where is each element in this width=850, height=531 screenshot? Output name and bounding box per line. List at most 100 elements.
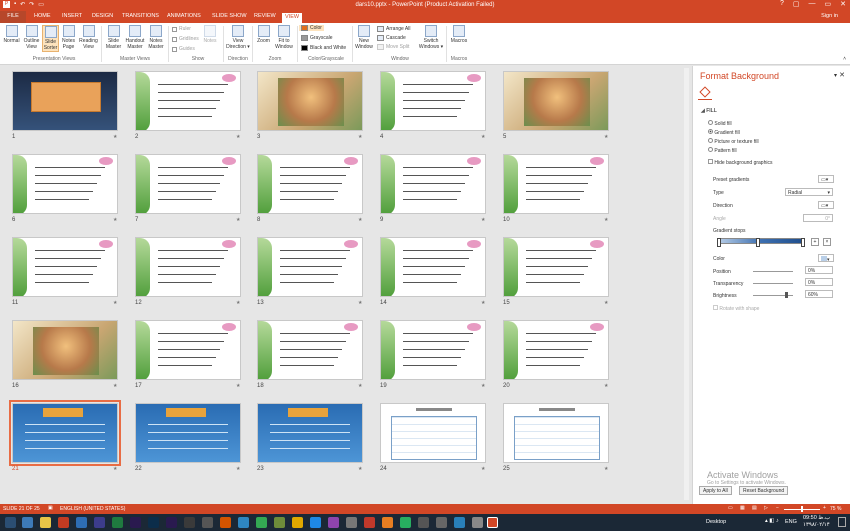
fit-to-window-button[interactable]: Fit to Window [273,25,295,50]
reading-view-button[interactable]: Reading View [78,25,99,50]
app-icon[interactable] [184,517,195,528]
settings-icon[interactable] [436,517,447,528]
slide-show-status-icon[interactable]: ▷ [764,505,768,511]
rotate-with-shape-checkbox[interactable]: Rotate with shape [713,305,759,312]
minimize-icon[interactable]: — [809,0,816,8]
add-gradient-stop-icon[interactable]: + [811,238,819,246]
vertical-scrollbar[interactable] [684,68,689,500]
pane-options-icon[interactable]: ▾ [834,72,837,79]
move-split-button[interactable]: Move Split [377,44,409,50]
slide-thumbnail[interactable] [135,403,241,463]
tab-home[interactable]: HOME [34,13,51,19]
start-icon[interactable] [5,517,16,528]
color-button[interactable]: Color [299,25,324,31]
switch-windows-button[interactable]: Switch Windows ▾ [418,25,444,50]
direction-dropdown[interactable]: ▭▾ [818,201,834,209]
slide-thumbnail[interactable] [380,403,486,463]
clock-date[interactable]: ۱۳۹۸/۰۲/۱۴ [803,522,830,528]
slide-thumbnail[interactable] [12,320,118,380]
slide-thumbnail[interactable] [503,403,609,463]
input-language[interactable]: ENG [785,519,797,525]
help-icon[interactable]: ? [780,0,784,8]
app-icon[interactable] [238,517,249,528]
zoom-out-icon[interactable]: − [776,505,779,511]
arrange-all-button[interactable]: Arrange All [377,26,410,32]
notifications-icon[interactable] [838,517,846,527]
desktop-toolbar[interactable]: Desktop [706,519,726,525]
gradient-stops-bar[interactable] [717,238,805,244]
reading-view-status-icon[interactable]: ▤ [752,505,757,511]
notes-page-button[interactable]: Notes Page [60,25,77,50]
fill-bucket-icon[interactable] [699,86,711,98]
slide-thumbnail[interactable] [257,71,363,131]
transparency-input[interactable]: 0% [805,278,833,286]
slide-thumbnail[interactable] [135,237,241,297]
tab-file[interactable]: FILE [0,11,26,23]
close-icon[interactable]: ✕ [840,0,846,8]
after-effects-icon[interactable] [166,517,177,528]
gradient-color-picker[interactable]: ▾ [818,254,834,263]
slide-sorter-status-icon[interactable]: ▦ [740,505,745,511]
slide-thumbnail[interactable] [12,71,118,131]
media-player-icon[interactable] [58,517,69,528]
tray-icons[interactable]: ▴ ◧ ♪ [765,518,779,524]
ie-icon[interactable] [22,517,33,528]
app-icon[interactable] [94,517,105,528]
slide-thumbnail[interactable] [380,320,486,380]
reset-background-button[interactable]: Reset Background [739,486,789,495]
gridlines-checkbox[interactable]: Gridlines [172,36,199,42]
slide-thumbnail[interactable] [9,400,121,466]
gradient-stop-handle[interactable] [801,238,805,247]
fill-section-header[interactable]: ◢ FILL [701,108,717,114]
firefox-icon[interactable] [220,517,231,528]
file-explorer-icon[interactable] [40,517,51,528]
normal-view-status-icon[interactable]: ▭ [728,505,733,511]
angle-input[interactable]: 0° [803,214,833,222]
ribbon-display-icon[interactable]: ▢ [793,0,800,8]
slide-master-button[interactable]: Slide Master [104,25,123,50]
notes-master-button[interactable]: Notes Master [147,25,165,50]
slide-thumbnail[interactable] [503,154,609,214]
tab-design[interactable]: DESIGN [92,13,113,19]
brightness-slider-thumb[interactable] [785,292,788,298]
zoom-button[interactable]: Zoom [255,25,272,44]
normal-view-button[interactable]: Normal [2,25,21,44]
picture-fill-option[interactable]: Picture or texture fill [708,138,759,145]
gradient-stop-handle[interactable] [756,238,760,247]
type-dropdown[interactable]: Radial ▾ [785,188,833,196]
guides-checkbox[interactable]: Guides [172,46,195,52]
new-window-button[interactable]: New Window [354,25,374,50]
word-icon[interactable] [76,517,87,528]
app-icon[interactable] [274,517,285,528]
pane-close-icon[interactable]: ✕ [839,71,845,79]
app-icon[interactable] [328,517,339,528]
app-icon[interactable] [292,517,303,528]
view-direction-button[interactable]: View Direction ▾ [226,25,250,50]
gradient-stop-handle[interactable] [717,238,721,247]
macros-button[interactable]: Macros [449,25,469,44]
app-icon[interactable] [202,517,213,528]
slide-thumbnail[interactable] [503,320,609,380]
slide-sorter-button[interactable]: Slide Sorter [42,25,59,52]
tab-review[interactable]: REVIEW [254,13,276,19]
slide-thumbnail[interactable] [503,237,609,297]
transparency-slider[interactable] [753,283,793,284]
notes-button[interactable]: Notes [201,25,219,44]
zoom-level[interactable]: 75 % [830,506,841,512]
tab-slide-show[interactable]: SLIDE SHOW [212,13,247,19]
pattern-fill-option[interactable]: Pattern fill [708,147,737,154]
clock-time[interactable]: 09:50 ب.ظ [803,515,830,521]
app-icon[interactable] [472,517,483,528]
apply-to-all-button[interactable]: Apply to All [699,486,732,495]
slide-thumbnail[interactable] [380,71,486,131]
app-icon[interactable] [418,517,429,528]
cascade-button[interactable]: Cascade [377,35,406,41]
tab-transitions[interactable]: TRANSITIONS [122,13,159,19]
premiere-icon[interactable] [130,517,141,528]
slide-thumbnail[interactable] [503,71,609,131]
restore-icon[interactable]: ▭ [825,0,832,8]
photoshop-icon[interactable] [148,517,159,528]
slide-thumbnail[interactable] [135,154,241,214]
tab-view[interactable]: VIEW [282,13,303,23]
tab-animations[interactable]: ANIMATIONS [167,13,201,19]
